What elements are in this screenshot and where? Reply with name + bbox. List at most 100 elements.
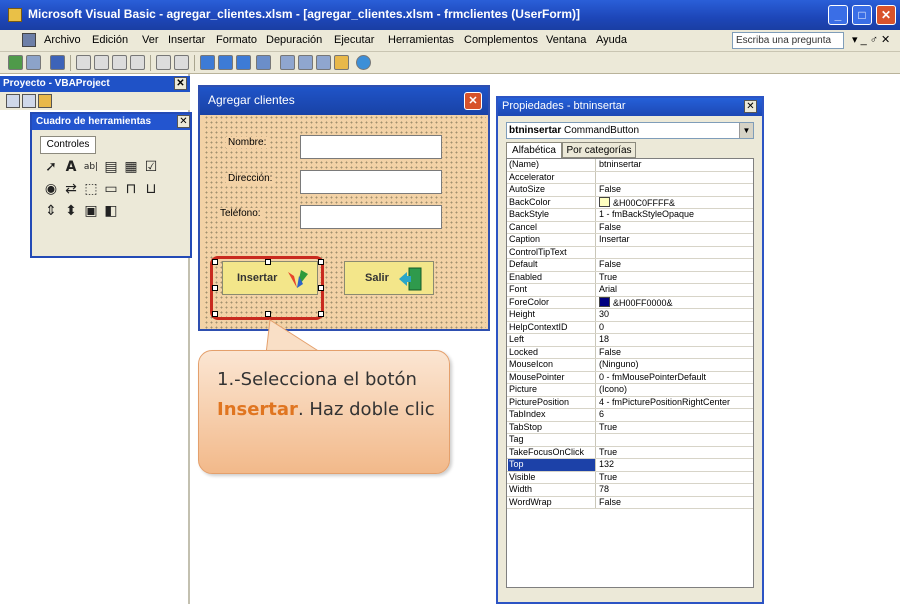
textbox-tool-icon[interactable]: ab|	[82, 158, 100, 176]
optionbutton-tool-icon[interactable]: ◉	[42, 180, 60, 198]
resize-handle[interactable]	[265, 259, 271, 265]
resize-handle[interactable]	[212, 285, 218, 291]
insert-userform-icon[interactable]	[26, 55, 41, 70]
property-value[interactable]: 4 - fmPicturePositionRightCenter	[599, 397, 753, 408]
property-row[interactable]: Cancel False	[507, 221, 753, 234]
label-nombre[interactable]: Nombre:	[226, 137, 269, 148]
toggle-folders-icon[interactable]	[38, 94, 52, 108]
property-row[interactable]: HelpContextID 0	[507, 321, 753, 334]
property-value[interactable]: 132	[599, 459, 753, 470]
property-value[interactable]: Arial	[599, 284, 753, 295]
label-telefono[interactable]: Teléfono:	[218, 208, 263, 219]
menu-herramientas[interactable]: Herramientas	[388, 34, 454, 46]
property-value[interactable]: True	[599, 422, 753, 433]
redo-icon[interactable]	[174, 55, 189, 70]
view-code-icon[interactable]	[6, 94, 20, 108]
property-row[interactable]: MouseIcon (Ninguno)	[507, 359, 753, 372]
telefono-textbox[interactable]	[300, 205, 442, 229]
property-row[interactable]: Enabled True	[507, 271, 753, 284]
property-value[interactable]: 0	[599, 322, 753, 333]
property-row[interactable]: Left 18	[507, 334, 753, 347]
menu-ventana[interactable]: Ventana	[546, 34, 586, 46]
label-tool-icon[interactable]: A	[62, 158, 80, 176]
property-value[interactable]: (Ninguno)	[599, 359, 753, 370]
property-value[interactable]: True	[599, 272, 753, 283]
close-icon[interactable]: ✕	[174, 77, 187, 90]
maximize-button[interactable]: □	[852, 5, 872, 25]
image-tool-icon[interactable]: ▣	[82, 202, 100, 220]
scrollbar-tool-icon[interactable]: ⇕	[42, 202, 60, 220]
property-value[interactable]: False	[599, 184, 753, 195]
resize-handle[interactable]	[318, 311, 324, 317]
resize-handle[interactable]	[212, 259, 218, 265]
property-value[interactable]: (Icono)	[599, 384, 753, 395]
cut-icon[interactable]	[76, 55, 91, 70]
undo-icon[interactable]	[156, 55, 171, 70]
refedit-tool-icon[interactable]: ◧	[102, 202, 120, 220]
property-value[interactable]: 6	[599, 409, 753, 420]
direccion-textbox[interactable]	[300, 170, 442, 194]
property-row[interactable]: Locked False	[507, 346, 753, 359]
property-value[interactable]: Insertar	[599, 234, 753, 245]
multipage-tool-icon[interactable]: ⊔	[142, 180, 160, 198]
menu-ayuda[interactable]: Ayuda	[596, 34, 627, 46]
property-row[interactable]: Picture (Icono)	[507, 384, 753, 397]
property-value[interactable]: &H00C0FFFF&	[599, 196, 753, 209]
object-browser-icon[interactable]	[316, 55, 331, 70]
find-icon[interactable]	[130, 55, 145, 70]
menu-depuracion[interactable]: Depuración	[266, 34, 322, 46]
copy-icon[interactable]	[94, 55, 109, 70]
property-row[interactable]: ForeColor &H00FF0000&	[507, 296, 753, 309]
nombre-textbox[interactable]	[300, 135, 442, 159]
menu-complementos[interactable]: Complementos	[464, 34, 538, 46]
property-row[interactable]: Width 78	[507, 484, 753, 497]
project-explorer-icon[interactable]	[280, 55, 295, 70]
paste-icon[interactable]	[112, 55, 127, 70]
property-row[interactable]: MousePointer 0 - fmMousePointerDefault	[507, 371, 753, 384]
menu-ejecutar[interactable]: Ejecutar	[334, 34, 374, 46]
pause-icon[interactable]	[218, 55, 233, 70]
property-row[interactable]: BackStyle 1 - fmBackStyleOpaque	[507, 209, 753, 222]
object-selector-dropdown[interactable]: btninsertar CommandButton ▼	[506, 122, 754, 139]
property-row[interactable]: TabStop True	[507, 421, 753, 434]
property-value[interactable]: &H00FF0000&	[599, 296, 753, 309]
close-icon[interactable]: ✕	[177, 115, 190, 128]
property-row[interactable]: Top 132	[507, 459, 753, 472]
tab-por-categorias[interactable]: Por categorías	[562, 142, 636, 158]
listbox-tool-icon[interactable]: ▦	[122, 158, 140, 176]
property-row[interactable]: Font Arial	[507, 284, 753, 297]
frame-tool-icon[interactable]: ⬚	[82, 180, 100, 198]
resize-handle[interactable]	[318, 259, 324, 265]
property-value[interactable]: True	[599, 472, 753, 483]
close-icon[interactable]: ✕	[464, 92, 482, 110]
checkbox-tool-icon[interactable]: ☑	[142, 158, 160, 176]
property-value[interactable]: False	[599, 259, 753, 270]
property-value[interactable]: False	[599, 222, 753, 233]
commandbutton-tool-icon[interactable]: ▭	[102, 180, 120, 198]
property-value[interactable]: True	[599, 447, 753, 458]
label-direccion[interactable]: Dirección:	[226, 173, 275, 184]
property-value[interactable]: btninsertar	[599, 159, 753, 170]
property-value[interactable]: 78	[599, 484, 753, 495]
design-mode-icon[interactable]	[256, 55, 271, 70]
combobox-tool-icon[interactable]: ▤	[102, 158, 120, 176]
ask-question-input[interactable]: Escriba una pregunta	[732, 32, 844, 49]
menu-insertar[interactable]: Insertar	[168, 34, 205, 46]
property-value[interactable]: 0 - fmMousePointerDefault	[599, 372, 753, 383]
tabstrip-tool-icon[interactable]: ⊓	[122, 180, 140, 198]
select-objects-icon[interactable]: ➚	[42, 158, 60, 176]
property-row[interactable]: Visible True	[507, 471, 753, 484]
property-row[interactable]: PicturePosition 4 - fmPicturePositionRigh…	[507, 396, 753, 409]
property-row[interactable]: (Name) btninsertar	[507, 159, 753, 172]
close-button[interactable]: ✕	[876, 5, 896, 25]
resize-handle[interactable]	[318, 285, 324, 291]
view-excel-icon[interactable]	[8, 55, 23, 70]
property-value[interactable]: 1 - fmBackStyleOpaque	[599, 209, 753, 220]
resize-handle[interactable]	[212, 311, 218, 317]
property-row[interactable]: TakeFocusOnClick True	[507, 446, 753, 459]
property-value[interactable]: False	[599, 347, 753, 358]
spinbutton-tool-icon[interactable]: ⬍	[62, 202, 80, 220]
menu-app-icon[interactable]	[22, 33, 36, 47]
property-row[interactable]: ControlTipText	[507, 246, 753, 259]
save-icon[interactable]	[50, 55, 65, 70]
